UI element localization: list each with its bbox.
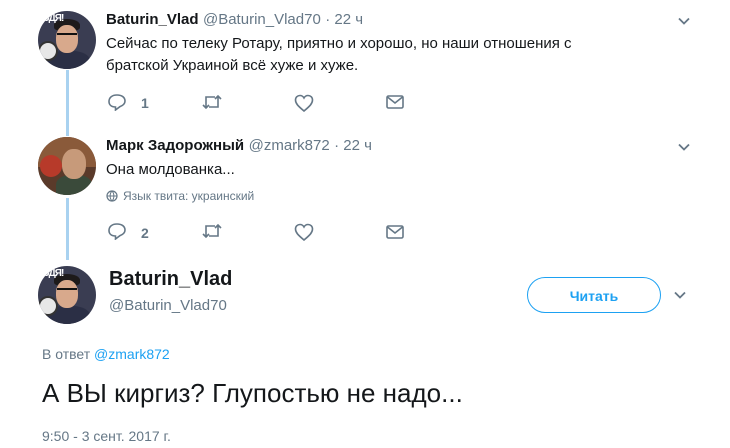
tweet-text: Она молдованка... <box>106 161 235 178</box>
tweet-header: Baturin_Vlad @Baturin_Vlad70 · 22 ч <box>106 11 363 29</box>
like-icon[interactable] <box>294 94 314 112</box>
avatar[interactable]: ОДЯ! <box>38 266 96 324</box>
language-label: Язык твита: украинский <box>123 189 255 203</box>
thread-line <box>66 70 69 136</box>
chevron-down-icon[interactable] <box>673 288 687 302</box>
reply-icon[interactable] <box>107 93 127 111</box>
dm-icon[interactable] <box>386 225 404 239</box>
reply-prefix: В ответ <box>42 346 91 362</box>
author-name[interactable]: Baturin_Vlad <box>106 11 199 28</box>
chevron-down-icon[interactable] <box>677 140 691 154</box>
like-icon[interactable] <box>294 223 314 241</box>
tweet-timestamp[interactable]: 9:50 - 3 сент. 2017 г. <box>42 428 171 444</box>
tweet-text-line: Сейчас по телеку Ротару, приятно и хорош… <box>106 35 572 52</box>
globe-icon <box>106 190 118 202</box>
tweet-text-line: братской Украиной всё хуже и хуже. <box>106 57 359 74</box>
main-tweet-text: А ВЫ киргиз? Глупостью не надо... <box>42 378 463 408</box>
dm-icon[interactable] <box>386 95 404 109</box>
avatar-sign: ОДЯ! <box>42 13 64 24</box>
tweet-time[interactable]: · 22 ч <box>325 11 363 28</box>
reply-icon[interactable] <box>107 222 127 240</box>
tweet-header: Марк Задорожный @zmark872 · 22 ч <box>106 137 372 155</box>
reply-count: 2 <box>141 225 149 241</box>
retweet-icon[interactable] <box>201 94 223 110</box>
chevron-down-icon[interactable] <box>677 14 691 28</box>
author-name[interactable]: Baturin_Vlad <box>109 268 232 291</box>
reply-context: В ответ @zmark872 <box>42 346 170 362</box>
follow-button[interactable]: Читать <box>527 277 661 313</box>
reply-count: 1 <box>141 95 149 111</box>
language-note: Язык твита: украинский <box>106 189 254 203</box>
avatar[interactable] <box>38 137 96 195</box>
thread-line <box>66 198 69 260</box>
avatar[interactable]: ОДЯ! <box>38 11 96 69</box>
author-handle[interactable]: @zmark872 <box>249 137 330 154</box>
tweet-time[interactable]: · 22 ч <box>334 137 372 154</box>
retweet-icon[interactable] <box>201 223 223 239</box>
reply-to-link[interactable]: @zmark872 <box>94 346 170 362</box>
author-name[interactable]: Марк Задорожный <box>106 137 244 154</box>
author-handle[interactable]: @Baturin_Vlad70 <box>109 297 227 314</box>
tweet-text: Сейчас по телеку Ротару, приятно и хорош… <box>106 33 572 77</box>
avatar-sign: ОДЯ! <box>42 268 64 279</box>
author-handle[interactable]: @Baturin_Vlad70 <box>203 11 321 28</box>
